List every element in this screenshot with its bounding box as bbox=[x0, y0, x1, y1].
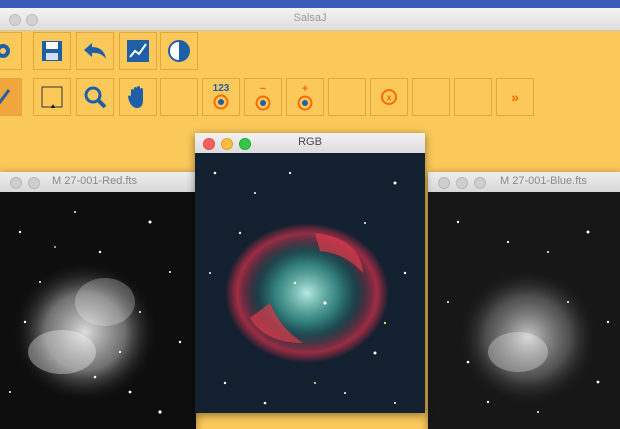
blue-image-canvas[interactable] bbox=[428, 192, 620, 429]
photometry-x-label: x bbox=[386, 93, 391, 103]
rectangle-tool-button[interactable] bbox=[33, 78, 71, 116]
rgb-image-canvas[interactable] bbox=[195, 153, 425, 413]
image-window-blue[interactable]: M 27-001-Blue.fts bbox=[428, 172, 620, 429]
contrast-icon bbox=[168, 40, 190, 62]
plot-icon bbox=[127, 40, 149, 62]
red-minimize-button[interactable] bbox=[28, 177, 40, 189]
blue-window-title: M 27-001-Blue.fts bbox=[500, 175, 587, 187]
undo-button[interactable] bbox=[76, 32, 114, 70]
undo-icon bbox=[84, 43, 106, 59]
zoom-button[interactable] bbox=[76, 78, 114, 116]
select-tool-button[interactable] bbox=[0, 78, 22, 116]
blue-window-titlebar[interactable]: M 27-001-Blue.fts bbox=[428, 172, 620, 193]
zoom-icon bbox=[84, 86, 107, 109]
target-icon bbox=[255, 95, 271, 110]
empty-tool-slot bbox=[454, 78, 492, 116]
blue-minimize-button[interactable] bbox=[456, 177, 468, 189]
blue-nebula-image bbox=[428, 192, 620, 429]
open-button[interactable] bbox=[0, 32, 22, 70]
photometry-123-label: 123 bbox=[212, 83, 230, 94]
image-window-rgb[interactable]: RGB bbox=[195, 133, 425, 413]
image-window-red[interactable]: M 27-001-Red.fts bbox=[0, 172, 196, 429]
photometry-x-button[interactable]: x bbox=[370, 78, 408, 116]
rectangle-tool-icon bbox=[41, 86, 63, 108]
hand-tool-button[interactable] bbox=[119, 78, 157, 116]
blue-zoom-button[interactable] bbox=[474, 177, 486, 189]
photometry-plus-button[interactable]: + bbox=[286, 78, 324, 116]
target-icon bbox=[213, 94, 229, 110]
contrast-button[interactable] bbox=[160, 32, 198, 70]
save-button[interactable] bbox=[33, 32, 71, 70]
empty-tool-slot bbox=[412, 78, 450, 116]
target-icon bbox=[297, 95, 313, 110]
select-tool-icon bbox=[0, 89, 11, 105]
photometry-123-button[interactable]: 123 bbox=[202, 78, 240, 116]
red-nebula-image bbox=[0, 192, 196, 429]
rgb-nebula-image bbox=[195, 153, 425, 413]
main-window-title: SalsaJ bbox=[293, 12, 327, 24]
photometry-minus-button[interactable]: − bbox=[244, 78, 282, 116]
save-icon bbox=[42, 41, 62, 61]
plot-button[interactable] bbox=[119, 32, 157, 70]
red-image-canvas[interactable] bbox=[0, 192, 196, 429]
open-icon bbox=[0, 44, 10, 58]
main-window-titlebar: SalsaJ bbox=[0, 8, 620, 31]
rgb-window-titlebar[interactable]: RGB bbox=[195, 133, 425, 154]
photometry-minus-label: − bbox=[259, 82, 267, 95]
red-close-button[interactable] bbox=[10, 177, 22, 189]
photometry-plus-label: + bbox=[301, 82, 309, 95]
empty-tool-slot bbox=[328, 78, 366, 116]
more-tools-button[interactable]: » bbox=[496, 78, 534, 116]
hand-icon bbox=[128, 85, 143, 108]
red-window-title: M 27-001-Red.fts bbox=[52, 175, 137, 187]
more-tools-icon: » bbox=[511, 89, 519, 105]
empty-tool-slot bbox=[160, 78, 198, 116]
blue-close-button[interactable] bbox=[438, 177, 450, 189]
rgb-window-title: RGB bbox=[298, 136, 322, 148]
red-window-titlebar[interactable]: M 27-001-Red.fts bbox=[0, 172, 196, 193]
photometry-x-icon: x bbox=[381, 89, 397, 105]
